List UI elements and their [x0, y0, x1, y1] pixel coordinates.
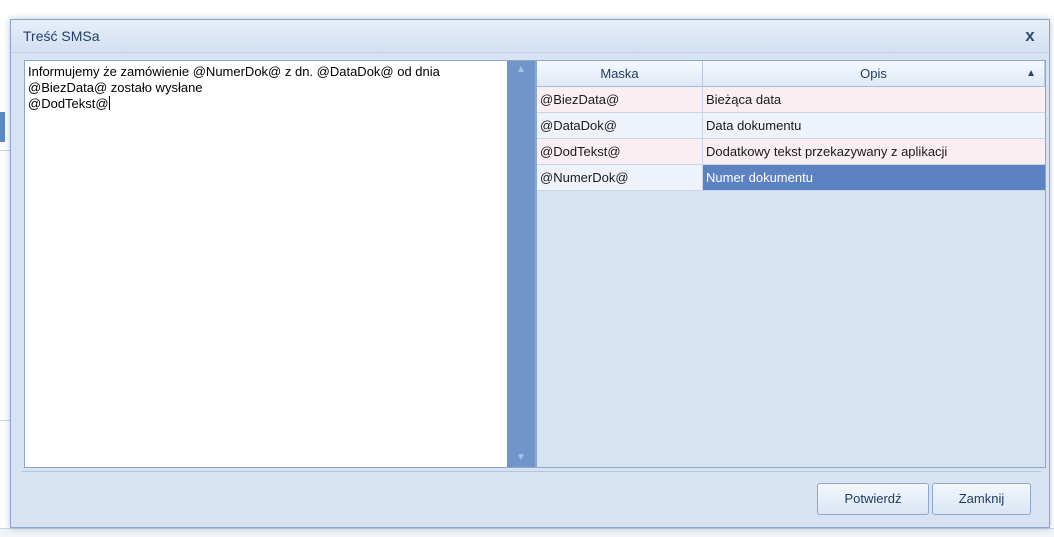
column-header-opis-label: Opis: [860, 66, 887, 81]
cell-opis: Numer dokumentu: [703, 165, 1045, 190]
table-row[interactable]: @DataDok@ Data dokumentu: [537, 113, 1045, 139]
background-divider: [0, 150, 10, 151]
sort-ascending-icon: ▲: [1026, 68, 1036, 79]
cell-opis: Data dokumentu: [706, 118, 802, 133]
column-header-opis[interactable]: Opis ▲: [703, 61, 1045, 87]
cell-maska: @NumerDok@: [537, 165, 703, 190]
background-selection-mark: [0, 112, 5, 142]
close-button[interactable]: Zamknij: [932, 483, 1031, 515]
confirm-button[interactable]: Potwierdź: [817, 483, 929, 515]
cell-opis: Dodatkowy tekst przekazywany z aplikacji: [706, 144, 948, 159]
dialog-footer: Potwierdź Zamknij: [21, 471, 1041, 521]
dialog-titlebar[interactable]: Treść SMSa x: [11, 20, 1049, 53]
table-row[interactable]: @DodTekst@ Dodatkowy tekst przekazywany …: [537, 139, 1045, 165]
text-scrollbar[interactable]: ▲ ▼: [507, 61, 535, 467]
background-divider: [0, 420, 10, 421]
background-window: [0, 0, 10, 537]
background-statusbar: [0, 528, 1054, 537]
cell-opis: Bieżąca data: [706, 92, 782, 107]
grid-header: Maska Opis ▲: [537, 61, 1045, 87]
sms-text-content: Informujemy że zamówienie @NumerDok@ z d…: [28, 64, 440, 111]
column-header-maska[interactable]: Maska: [537, 61, 703, 87]
sms-text-input[interactable]: Informujemy że zamówienie @NumerDok@ z d…: [24, 60, 536, 468]
dialog-title: Treść SMSa: [23, 28, 100, 44]
sms-content-dialog: Treść SMSa x Informujemy że zamówienie @…: [10, 19, 1050, 528]
text-caret: [108, 96, 110, 110]
table-row-selected[interactable]: @NumerDok@ Numer dokumentu: [537, 165, 1045, 191]
scroll-down-icon[interactable]: ▼: [507, 449, 535, 467]
cell-maska: @BiezData@: [537, 87, 703, 112]
sms-text-value[interactable]: Informujemy że zamówienie @NumerDok@ z d…: [28, 64, 506, 112]
mask-grid: Maska Opis ▲ @BiezData@ Bieżąca data @Da…: [536, 60, 1046, 468]
close-icon[interactable]: x: [1019, 25, 1041, 47]
cell-maska: @DodTekst@: [537, 139, 703, 164]
table-row[interactable]: @BiezData@ Bieżąca data: [537, 87, 1045, 113]
cell-maska: @DataDok@: [537, 113, 703, 138]
scroll-up-icon[interactable]: ▲: [507, 61, 535, 79]
